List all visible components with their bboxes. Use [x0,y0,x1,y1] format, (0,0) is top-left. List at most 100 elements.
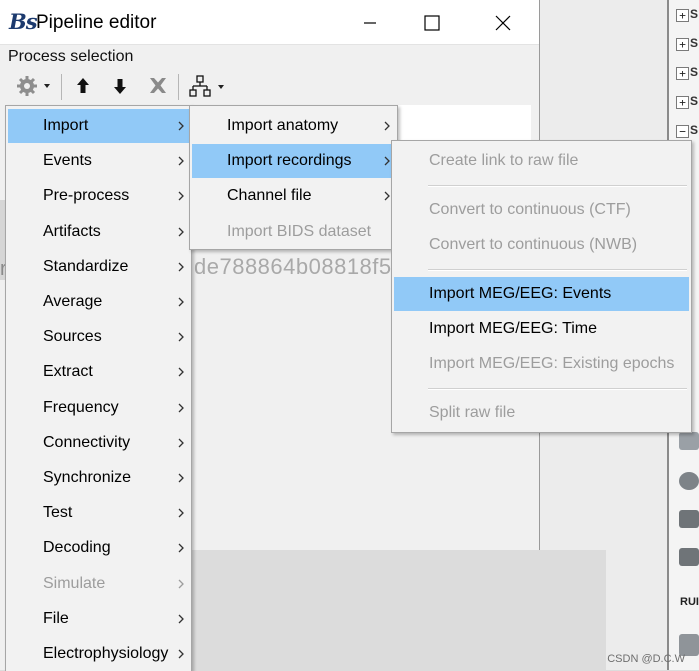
maximize-button[interactable] [412,8,452,38]
delete-button[interactable] [145,70,171,102]
pipeline-options-button[interactable] [187,70,229,102]
submenu-arrow-icon [176,262,186,272]
dropdown-icon [218,85,224,89]
menu-separator [428,388,687,390]
menu-item-label: Decoding [43,539,111,557]
menu-item-average[interactable]: Average [8,285,189,319]
submenu-arrow-icon [176,156,186,166]
submenu-arrow-icon [176,297,186,307]
dropdown-icon [44,84,50,88]
menu-item-import[interactable]: Import [8,109,189,143]
menu-item-import-meg-eeg-events[interactable]: Import MEG/EEG: Events [394,277,689,311]
menu-item-label: Import recordings [227,152,352,170]
menu-item-label: Simulate [43,574,106,592]
menu-item-import-anatomy[interactable]: Import anatomy [192,109,395,143]
submenu-arrow-icon [176,649,186,659]
menu-item-label: Synchronize [43,469,132,486]
menu-separator [428,185,687,187]
menu-item-synchronize[interactable]: Synchronize [8,461,189,495]
menu-item-import-meg-eeg-time[interactable]: Import MEG/EEG: Time [394,312,689,346]
maximize-icon [424,15,440,31]
menu-item-create-link-to-raw-file: Create link to raw file [394,144,689,178]
toolbar-separator [61,74,62,100]
brainstorm-logo: Bs [9,9,38,34]
title-bar[interactable]: Bs Pipeline editor [0,0,539,45]
menu-item-convert-to-continuous-ctf: Convert to continuous (CTF) [394,193,689,227]
options-panel [186,550,606,670]
move-down-button[interactable] [107,70,133,102]
submenu-arrow-icon [176,367,186,377]
close-button[interactable] [483,8,523,38]
menu-item-standardize[interactable]: Standardize [8,250,189,284]
expand-icon[interactable]: + [676,38,689,51]
menu-item-label: Import MEG/EEG: Existing epochs [429,355,675,372]
submenu-arrow-icon [176,508,186,518]
import-submenu: Import anatomy Import recordings Channel f… [189,105,398,250]
menu-item-import-recordings[interactable]: Import recordings [192,144,395,179]
arrow-up-icon [77,78,89,93]
toolbar-separator [178,74,179,100]
menu-item-label: Test [43,504,73,522]
tree-node[interactable]: + S [676,6,699,24]
run-button-label[interactable]: RUI [680,596,699,608]
tree-node[interactable]: − S [676,122,699,140]
menu-item-artifacts[interactable]: Artifacts [8,215,189,249]
menu-item-label: Extract [43,363,93,381]
layers-icon[interactable] [679,510,699,528]
menu-item-channel-file[interactable]: Channel file [192,179,395,213]
menu-item-label: Convert to continuous (CTF) [429,201,631,218]
submenu-arrow-icon [176,614,186,624]
process-category-menu: Import Events Pre-process Artifacts Standard… [5,105,192,671]
menu-item-decoding[interactable]: Decoding [8,531,189,565]
menu-item-import-meg-eeg-existing-epochs: Import MEG/EEG: Existing epochs [394,347,689,381]
menu-item-convert-to-continuous-nwb: Convert to continuous (NWB) [394,228,689,262]
menu-item-events[interactable]: Events [8,144,189,178]
menu-item-label: Import BIDS dataset [227,222,372,240]
submenu-arrow-icon [176,579,186,589]
menu-item-label: Create link to raw file [429,152,579,169]
expand-icon[interactable]: + [676,67,689,80]
collapse-icon[interactable]: − [676,125,689,138]
submenu-arrow-icon [176,191,186,201]
expand-icon[interactable]: + [676,96,689,109]
process-selection-label: Process selection [8,48,134,65]
submenu-arrow-icon [176,403,186,413]
menu-item-label: File [43,609,69,627]
menu-item-label: Convert to continuous (NWB) [429,236,638,253]
menu-item-pre-process[interactable]: Pre-process [8,179,189,213]
menu-item-electrophysiology[interactable]: Electrophysiology [8,637,189,671]
menu-item-label: Split raw file [429,404,516,421]
menu-item-connectivity[interactable]: Connectivity [8,426,189,460]
close-icon [495,15,511,31]
menu-item-split-raw-file: Split raw file [394,396,689,430]
menu-item-sources[interactable]: Sources [8,320,189,354]
submenu-arrow-icon [176,473,186,483]
tree-node[interactable]: + S [676,35,699,53]
menu-item-extract[interactable]: Extract [8,355,189,389]
menu-separator [428,269,687,271]
window-title: Pipeline editor [36,12,157,33]
arrow-down-icon [114,79,126,94]
menu-item-file[interactable]: File [8,602,189,636]
minimize-button[interactable] [350,8,390,38]
stack-icon[interactable] [679,548,699,566]
menu-item-label: Events [43,152,92,170]
toolbar [6,70,526,104]
menu-item-frequency[interactable]: Frequency [8,391,189,425]
menu-item-test[interactable]: Test [8,496,189,530]
delete-x-icon [150,78,166,93]
menu-item-label: Import MEG/EEG: Time [429,320,598,337]
tree-node[interactable]: + S [676,64,699,82]
submenu-arrow-icon [176,332,186,342]
expand-icon[interactable]: + [676,9,689,22]
menu-item-label: Artifacts [43,222,101,240]
brain-icon[interactable] [679,472,699,490]
tree-node[interactable]: + S [676,93,699,111]
submenu-arrow-icon [382,121,392,131]
view-icon[interactable] [679,432,699,450]
tree-node-label: S [690,94,699,108]
menu-item-label: Import anatomy [227,117,339,134]
settings-button[interactable] [8,70,54,102]
menu-item-label: Connectivity [43,433,131,451]
move-up-button[interactable] [70,70,96,102]
